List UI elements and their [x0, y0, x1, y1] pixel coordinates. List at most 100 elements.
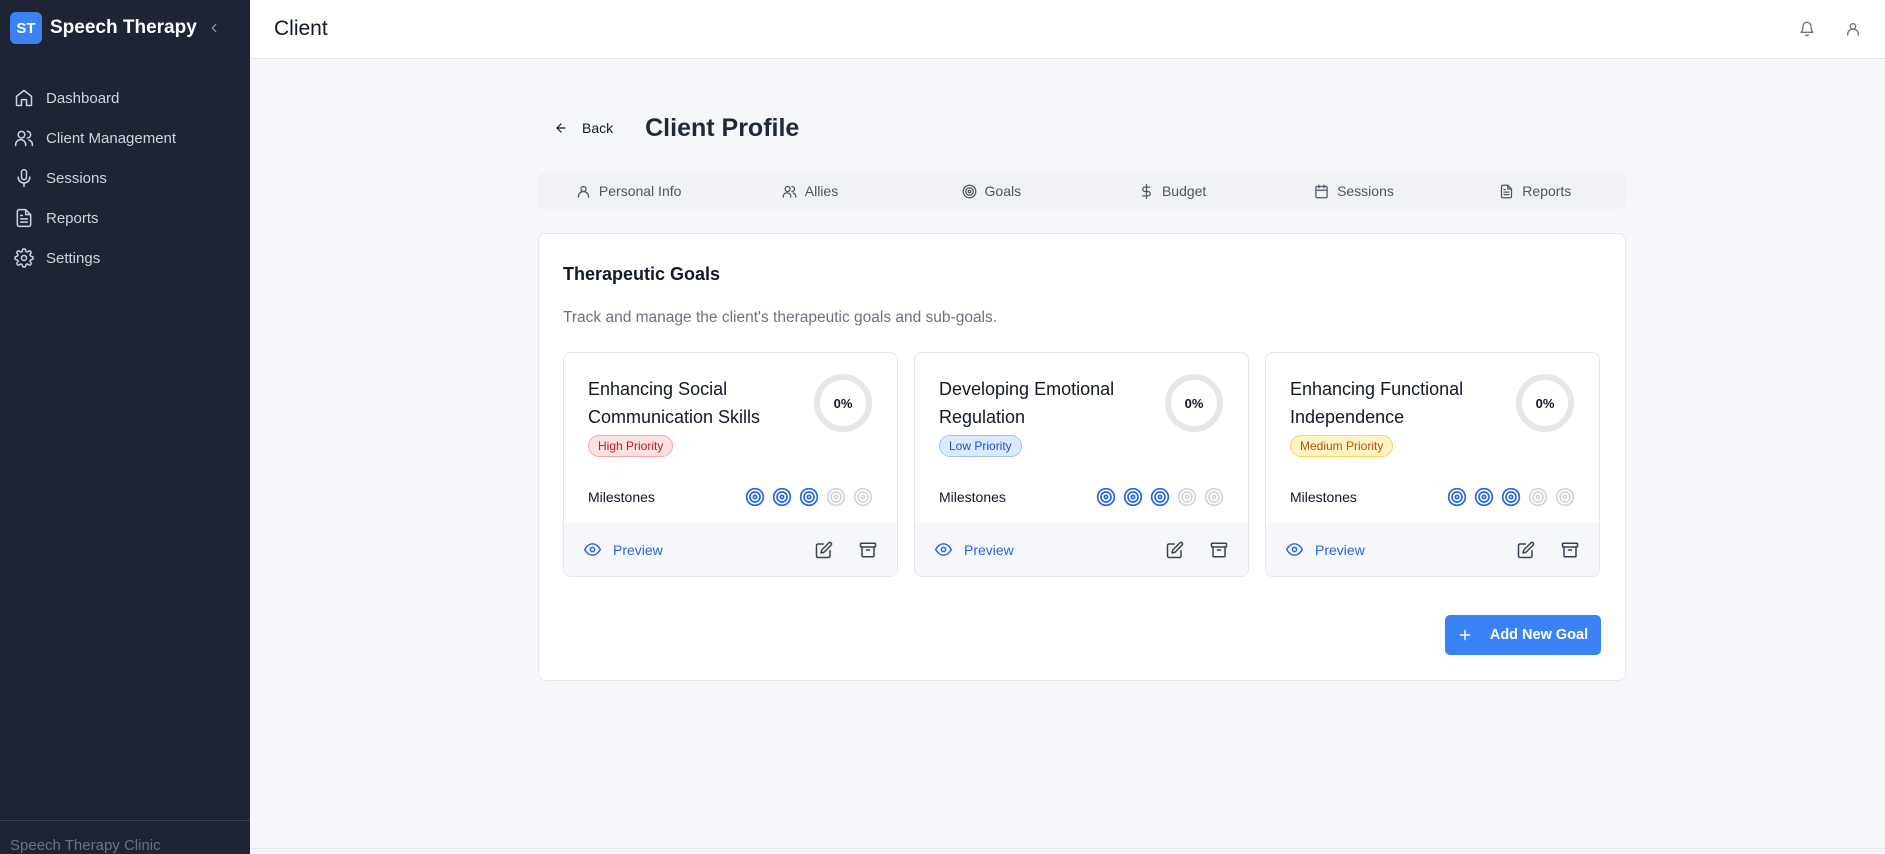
- milestone-complete-icon[interactable]: [1501, 487, 1521, 507]
- milestone-complete-icon[interactable]: [799, 487, 819, 507]
- home-icon: [15, 89, 33, 107]
- tab-label: Budget: [1161, 183, 1207, 199]
- goal-title: Enhancing Functional Independence: [1290, 379, 1464, 427]
- profile-header: Back Client Profile: [538, 113, 1626, 143]
- collapse-sidebar-button[interactable]: [206, 20, 222, 36]
- archive-icon[interactable]: [1561, 541, 1579, 559]
- milestone-complete-icon[interactable]: [1096, 487, 1116, 507]
- tab-personal-info[interactable]: Personal Info: [538, 173, 719, 209]
- sidebar-item-sessions[interactable]: Sessions: [0, 158, 250, 198]
- preview-button[interactable]: Preview: [584, 541, 663, 558]
- tab-allies[interactable]: Allies: [719, 173, 900, 209]
- preview-button[interactable]: Preview: [935, 541, 1014, 558]
- file-text-icon: [1501, 184, 1513, 198]
- milestone-complete-icon[interactable]: [1150, 487, 1170, 507]
- priority-badge: Low Priority: [939, 435, 1022, 457]
- archive-icon[interactable]: [1210, 541, 1228, 559]
- sidebar-item-settings[interactable]: Settings: [0, 238, 250, 278]
- tab-label: Goals: [984, 183, 1022, 199]
- bell-icon[interactable]: [1799, 21, 1815, 37]
- milestone-pending-icon[interactable]: [826, 487, 846, 507]
- user-icon[interactable]: [1845, 21, 1861, 37]
- sidebar-item-label: Dashboard: [46, 89, 120, 107]
- sidebar-item-client-management[interactable]: Client Management: [0, 118, 250, 158]
- goal-card-body: Developing Emotional Regulation Low Prio…: [915, 353, 1248, 525]
- plus-icon: [1459, 629, 1471, 641]
- milestone-pending-icon[interactable]: [1528, 487, 1548, 507]
- goal-card-footer: Preview: [915, 523, 1248, 576]
- milestone-complete-icon[interactable]: [772, 487, 792, 507]
- chevron-left-icon: [211, 23, 217, 33]
- eye-icon: [1286, 543, 1303, 556]
- milestone-pending-icon[interactable]: [1177, 487, 1197, 507]
- calendar-icon: [1315, 184, 1328, 198]
- goal-card-footer: Preview: [564, 523, 897, 576]
- tab-label: Sessions: [1337, 183, 1394, 199]
- topbar-actions: [1799, 21, 1861, 37]
- add-goal-label: Add New Goal: [1489, 627, 1589, 643]
- bottom-divider: [250, 848, 1885, 849]
- add-new-goal-button[interactable]: Add New Goal: [1445, 615, 1601, 655]
- preview-button[interactable]: Preview: [1286, 541, 1365, 558]
- target-icon: [962, 184, 976, 198]
- eye-icon: [584, 543, 601, 556]
- edit-icon[interactable]: [1166, 541, 1184, 559]
- goal-card-body: Enhancing Social Communication Skills Hi…: [564, 353, 897, 525]
- goal-card: Enhancing Social Communication Skills Hi…: [563, 352, 898, 577]
- tab-label: Reports: [1522, 183, 1572, 199]
- milestone-icons: [745, 487, 873, 507]
- main-content: Back Client Profile Personal Info Allies…: [538, 113, 1626, 681]
- goal-cards: Enhancing Social Communication Skills Hi…: [563, 352, 1601, 577]
- milestones-row: Milestones: [588, 487, 873, 507]
- tab-label: Allies: [804, 183, 839, 199]
- edit-icon[interactable]: [815, 541, 833, 559]
- priority-badge: Medium Priority: [1290, 435, 1394, 457]
- preview-label: Preview: [613, 541, 663, 558]
- tab-reports[interactable]: Reports: [1445, 173, 1626, 209]
- priority-badge: High Priority: [588, 435, 674, 457]
- sidebar-item-label: Sessions: [46, 169, 107, 187]
- tab-label: Personal Info: [598, 183, 682, 199]
- milestone-pending-icon[interactable]: [1555, 487, 1575, 507]
- gear-icon: [14, 248, 34, 268]
- brand-logo[interactable]: ST: [10, 12, 42, 44]
- sidebar-footer: Speech Therapy Clinic: [0, 820, 250, 854]
- goal-title: Enhancing Social Communication Skills: [588, 379, 761, 427]
- milestone-complete-icon[interactable]: [1123, 487, 1143, 507]
- back-label: Back: [582, 120, 614, 136]
- milestones-row: Milestones: [939, 487, 1224, 507]
- tab-goals[interactable]: Goals: [901, 173, 1082, 209]
- dollar-icon: [1142, 183, 1151, 199]
- sidebar-item-label: Client Management: [46, 129, 177, 147]
- edit-icon[interactable]: [1517, 541, 1535, 559]
- sidebar-item-dashboard[interactable]: Dashboard: [0, 78, 250, 118]
- preview-label: Preview: [964, 541, 1014, 558]
- goal-actions: [1517, 541, 1579, 559]
- milestones-label: Milestones: [1290, 489, 1357, 505]
- arrow-left-icon: [556, 123, 566, 133]
- brand-name[interactable]: Speech Therapy: [50, 17, 197, 39]
- user-icon: [577, 185, 590, 198]
- milestone-pending-icon[interactable]: [1204, 487, 1224, 507]
- panel-description: Track and manage the client's therapeuti…: [563, 309, 998, 326]
- goal-card: Developing Emotional Regulation Low Prio…: [914, 352, 1249, 577]
- milestone-complete-icon[interactable]: [1447, 487, 1467, 507]
- sidebar-item-reports[interactable]: Reports: [0, 198, 250, 238]
- milestones-label: Milestones: [939, 489, 1006, 505]
- milestone-pending-icon[interactable]: [853, 487, 873, 507]
- tab-sessions[interactable]: Sessions: [1263, 173, 1444, 209]
- tab-budget[interactable]: Budget: [1082, 173, 1263, 209]
- goal-card-body: Enhancing Functional Independence Medium…: [1266, 353, 1599, 525]
- back-button[interactable]: Back: [538, 120, 613, 136]
- milestone-icons: [1096, 487, 1224, 507]
- archive-icon[interactable]: [859, 541, 877, 559]
- goals-panel: Therapeutic Goals Track and manage the c…: [538, 233, 1626, 681]
- goal-title: Developing Emotional Regulation: [939, 379, 1115, 427]
- users-icon: [782, 185, 797, 198]
- goal-actions: [815, 541, 877, 559]
- milestone-complete-icon[interactable]: [1474, 487, 1494, 507]
- topbar: Client: [250, 0, 1885, 59]
- panel-title: Therapeutic Goals: [563, 264, 721, 284]
- goal-actions: [1166, 541, 1228, 559]
- milestone-complete-icon[interactable]: [745, 487, 765, 507]
